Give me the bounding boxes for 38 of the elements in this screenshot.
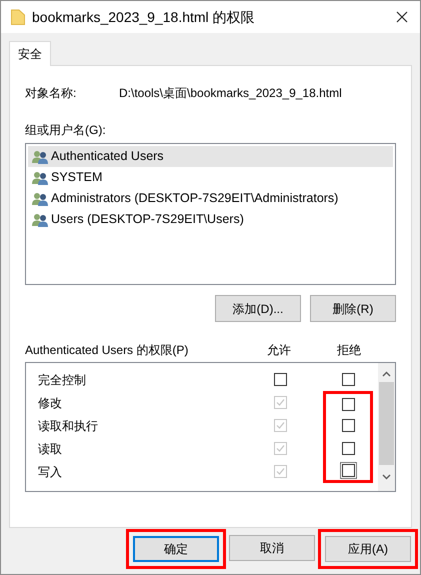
column-header: 允许 xyxy=(266,342,292,358)
permission-name: 修改 xyxy=(37,394,63,412)
dialog-button[interactable]: 应用(A) xyxy=(325,536,411,562)
permission-name: 读取 xyxy=(37,440,63,458)
scrollbar[interactable] xyxy=(378,363,395,491)
permission-name: 完全控制 xyxy=(37,372,87,388)
object-path: D:\tools\桌面\bookmarks_2023_9_18.html xyxy=(119,85,342,102)
checkbox[interactable] xyxy=(340,462,356,478)
permissions-label: Authenticated Users 的权限(P) xyxy=(25,342,190,358)
user-item[interactable]: Administrators (DESKTOP-7S29EIT\Administrators) xyxy=(28,188,393,209)
users-icon xyxy=(32,170,48,184)
window-title: bookmarks_2023_9_18.html 的权限 xyxy=(32,8,256,27)
checkbox[interactable] xyxy=(340,371,356,388)
checkbox[interactable] xyxy=(340,440,356,457)
users-icon xyxy=(32,150,48,164)
tab[interactable]: 安全 xyxy=(9,41,51,66)
list-button[interactable]: 删除(R) xyxy=(310,295,396,322)
user-item[interactable]: SYSTEM xyxy=(28,167,393,188)
users-label: 组或用户名(G): xyxy=(25,122,107,139)
close-icon[interactable] xyxy=(396,11,408,23)
scrollbar-thumb[interactable] xyxy=(379,382,394,465)
user-item[interactable]: Authenticated Users xyxy=(28,146,393,167)
checkbox[interactable] xyxy=(340,396,356,412)
dialog-button[interactable]: 确定 xyxy=(133,536,219,562)
object-name-label: 对象名称: xyxy=(25,85,78,102)
user-item[interactable]: Users (DESKTOP-7S29EIT\Users) xyxy=(28,209,393,230)
permission-name: 读取和执行 xyxy=(37,418,99,434)
checkbox[interactable] xyxy=(340,417,356,434)
list-button[interactable]: 添加(D)... xyxy=(215,295,301,322)
scroll-up-icon[interactable] xyxy=(382,371,391,377)
column-header: 拒绝 xyxy=(336,342,362,358)
checkbox[interactable] xyxy=(272,371,288,388)
dialog-button[interactable]: 取消 xyxy=(229,535,315,561)
folder-icon xyxy=(11,9,25,25)
scroll-down-icon[interactable] xyxy=(382,474,391,480)
permission-name: 写入 xyxy=(37,464,63,480)
users-icon xyxy=(32,192,48,206)
users-icon xyxy=(32,212,48,226)
